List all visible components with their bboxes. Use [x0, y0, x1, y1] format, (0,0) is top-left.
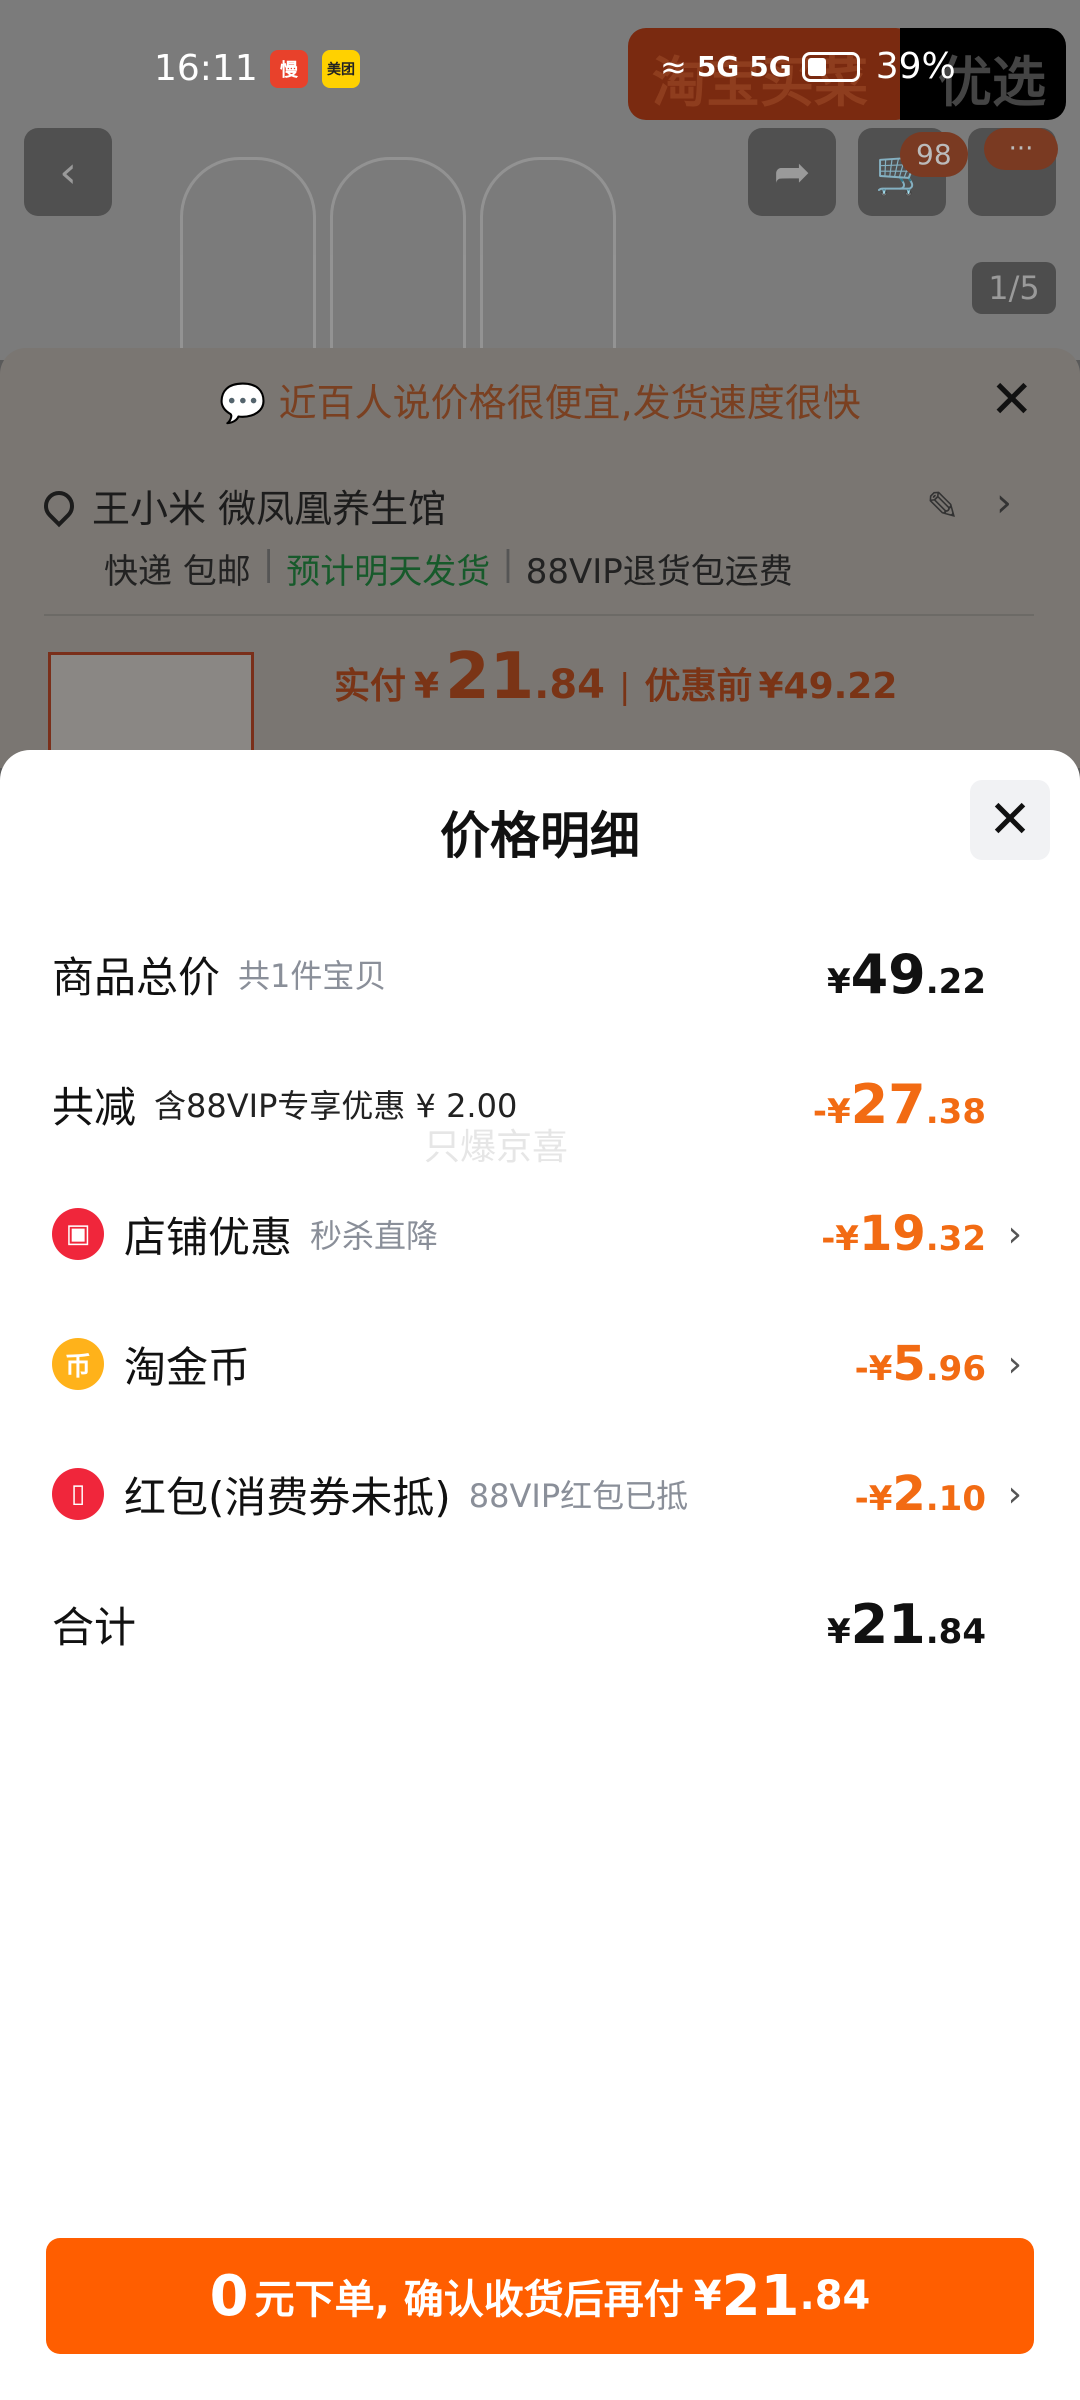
chevron-right-icon[interactable]: › [996, 480, 1012, 526]
row-shop-discount[interactable]: ▣ 店铺优惠 秒杀直降 -¥ 19 .32 › [52, 1194, 1022, 1274]
popup-title: 价格明细 [440, 807, 640, 865]
amount-dec: .32 [925, 1219, 986, 1259]
location-pin-icon [37, 484, 81, 527]
amount-yen: -¥ [812, 1091, 851, 1132]
product-thumbnail [48, 652, 254, 758]
row-red-packet[interactable]: ▯ 红包(消费券未抵) 88VIP红包已抵 -¥ 2 .10 › [52, 1454, 1022, 1534]
amount-dec: .10 [925, 1479, 986, 1519]
row-amount: -¥ 27 .38 [813, 1073, 986, 1136]
row-label: 红包(消费券未抵) [124, 1472, 451, 1522]
amount-int: 21 [850, 1592, 926, 1656]
amount-int: 27 [850, 1072, 926, 1136]
address-row[interactable]: 王小米 微凤凰养生馆 [37, 478, 447, 533]
return-shipping: 88VIP退货包运费 [525, 552, 793, 592]
shipping-eta: 预计明天发货 [286, 552, 491, 592]
price-before: ¥49.22 [758, 666, 898, 707]
row-amount: -¥ 19 .32 [821, 1206, 986, 1262]
row-taojinbi[interactable]: 币 淘金币 -¥ 5 .96 › [52, 1324, 1022, 1404]
cta-zero: 0 [209, 2263, 249, 2329]
cta-dec: .84 [799, 2273, 871, 2319]
more-badge: ··· [984, 128, 1058, 170]
row-amount: -¥ 2 .10 [855, 1466, 986, 1522]
status-time: 16:11 [154, 48, 258, 89]
row-grand-total: 合计 ¥ 21 .84 [52, 1584, 1022, 1664]
price-before-label: 优惠前 [644, 666, 753, 707]
cart-count-badge: 98 [900, 132, 968, 177]
address-name: 王小米 微凤凰养生馆 [92, 487, 447, 531]
taobao-flash-icon: 慢 [270, 50, 308, 88]
review-tip-text: 近百人说价格很便宜,发货速度很快 [278, 381, 861, 425]
amount-int: 5 [892, 1336, 926, 1392]
coin-icon: 币 [52, 1338, 104, 1390]
amount-yen: ¥ [826, 1611, 851, 1652]
share-icon: ➦ [773, 146, 811, 198]
row-label: 共减 [52, 1082, 137, 1132]
row-label: 商品总价 [52, 952, 221, 1002]
price-summary: 实付 ¥ 21 .84 | 优惠前 ¥49.22 [334, 640, 898, 714]
battery-icon [801, 51, 860, 82]
row-label: 合计 [52, 1602, 137, 1652]
bottle-shape [330, 157, 466, 360]
row-sub: 共1件宝贝 [238, 957, 387, 995]
battery-percent: 39% [875, 46, 956, 87]
share-button[interactable]: ➦ [748, 128, 836, 216]
edit-icon[interactable]: ✎ [926, 484, 960, 530]
chat-bubble-icon: 💬 [219, 381, 267, 425]
price-yen: ¥ [414, 666, 440, 707]
cta-text: 元下单, 确认收货后再付 [254, 2277, 684, 2323]
image-counter: 1/5 [972, 262, 1056, 314]
row-total-price: 商品总价 共1件宝贝 ¥ 49 .22 [52, 934, 1022, 1014]
chevron-right-icon: › [1007, 1213, 1022, 1255]
amount-yen: -¥ [854, 1479, 893, 1519]
signal-icon: 5G [696, 50, 740, 83]
amount-dec: .96 [925, 1349, 986, 1389]
amount-yen: -¥ [821, 1219, 859, 1259]
row-label: 店铺优惠 [124, 1212, 293, 1262]
close-button[interactable]: ✕ [970, 780, 1050, 860]
meituan-icon: 美团 [322, 50, 360, 88]
chevron-left-icon: ‹ [59, 146, 77, 198]
row-sub: 秒杀直降 [310, 1217, 439, 1255]
amount-dec: .22 [925, 961, 986, 1002]
sheet-close-icon[interactable]: ✕ [990, 370, 1034, 430]
shipping-method: 快递 包邮 [104, 552, 251, 592]
signal-icon: 5G [749, 50, 792, 83]
amount-dec: .38 [925, 1091, 986, 1132]
wifi-icon: ≈ [660, 47, 687, 86]
row-amount: ¥ 21 .84 [827, 1593, 986, 1656]
amount-int: 19 [858, 1206, 926, 1262]
row-label: 淘金币 [124, 1342, 251, 1392]
chevron-right-icon: › [1007, 1473, 1022, 1515]
close-icon: ✕ [988, 790, 1032, 850]
amount-int: 49 [850, 942, 926, 1006]
battery-fill [807, 57, 826, 76]
price-int: 21 [445, 640, 535, 714]
amount-yen: ¥ [826, 961, 851, 1002]
red-packet-icon: ▯ [52, 1468, 104, 1520]
cta-yen: ¥ [693, 2273, 722, 2319]
shop-icon: ▣ [52, 1208, 104, 1260]
bottle-shape [180, 157, 316, 360]
row-sub: 88VIP红包已抵 [468, 1477, 689, 1515]
price-dec: .84 [534, 662, 605, 708]
amount-yen: -¥ [854, 1349, 893, 1389]
bottle-shape [480, 157, 616, 360]
price-prefix: 实付 [334, 666, 407, 707]
status-bar: 16:11 慢 美团 ≈ 5G 5G 39% [0, 0, 1080, 120]
review-tip: 💬 近百人说价格很便宜,发货速度很快 [0, 372, 1080, 427]
price-detail-popup: 价格明细 ✕ 商品总价 共1件宝贝 ¥ 49 .22 共减 含88VIP专享优惠… [0, 750, 1080, 2400]
chevron-right-icon: › [1007, 1343, 1022, 1385]
row-amount: ¥ 49 .22 [827, 943, 986, 1006]
watermark: 只爆京喜 [424, 1127, 569, 1168]
row-amount: -¥ 5 .96 [855, 1336, 986, 1392]
amount-int: 2 [892, 1466, 926, 1522]
amount-dec: .84 [925, 1611, 986, 1652]
divider [44, 614, 1034, 616]
product-image [180, 140, 640, 360]
status-icons: ≈ 5G 5G 39% [660, 46, 956, 87]
cta-int: 21 [721, 2263, 800, 2329]
place-order-button[interactable]: 0 元下单, 确认收货后再付 ¥ 21 .84 [46, 2238, 1034, 2354]
shipping-info: 快递 包邮 | 预计明天发货 | 88VIP退货包运费 [104, 544, 793, 592]
back-button[interactable]: ‹ [24, 128, 112, 216]
